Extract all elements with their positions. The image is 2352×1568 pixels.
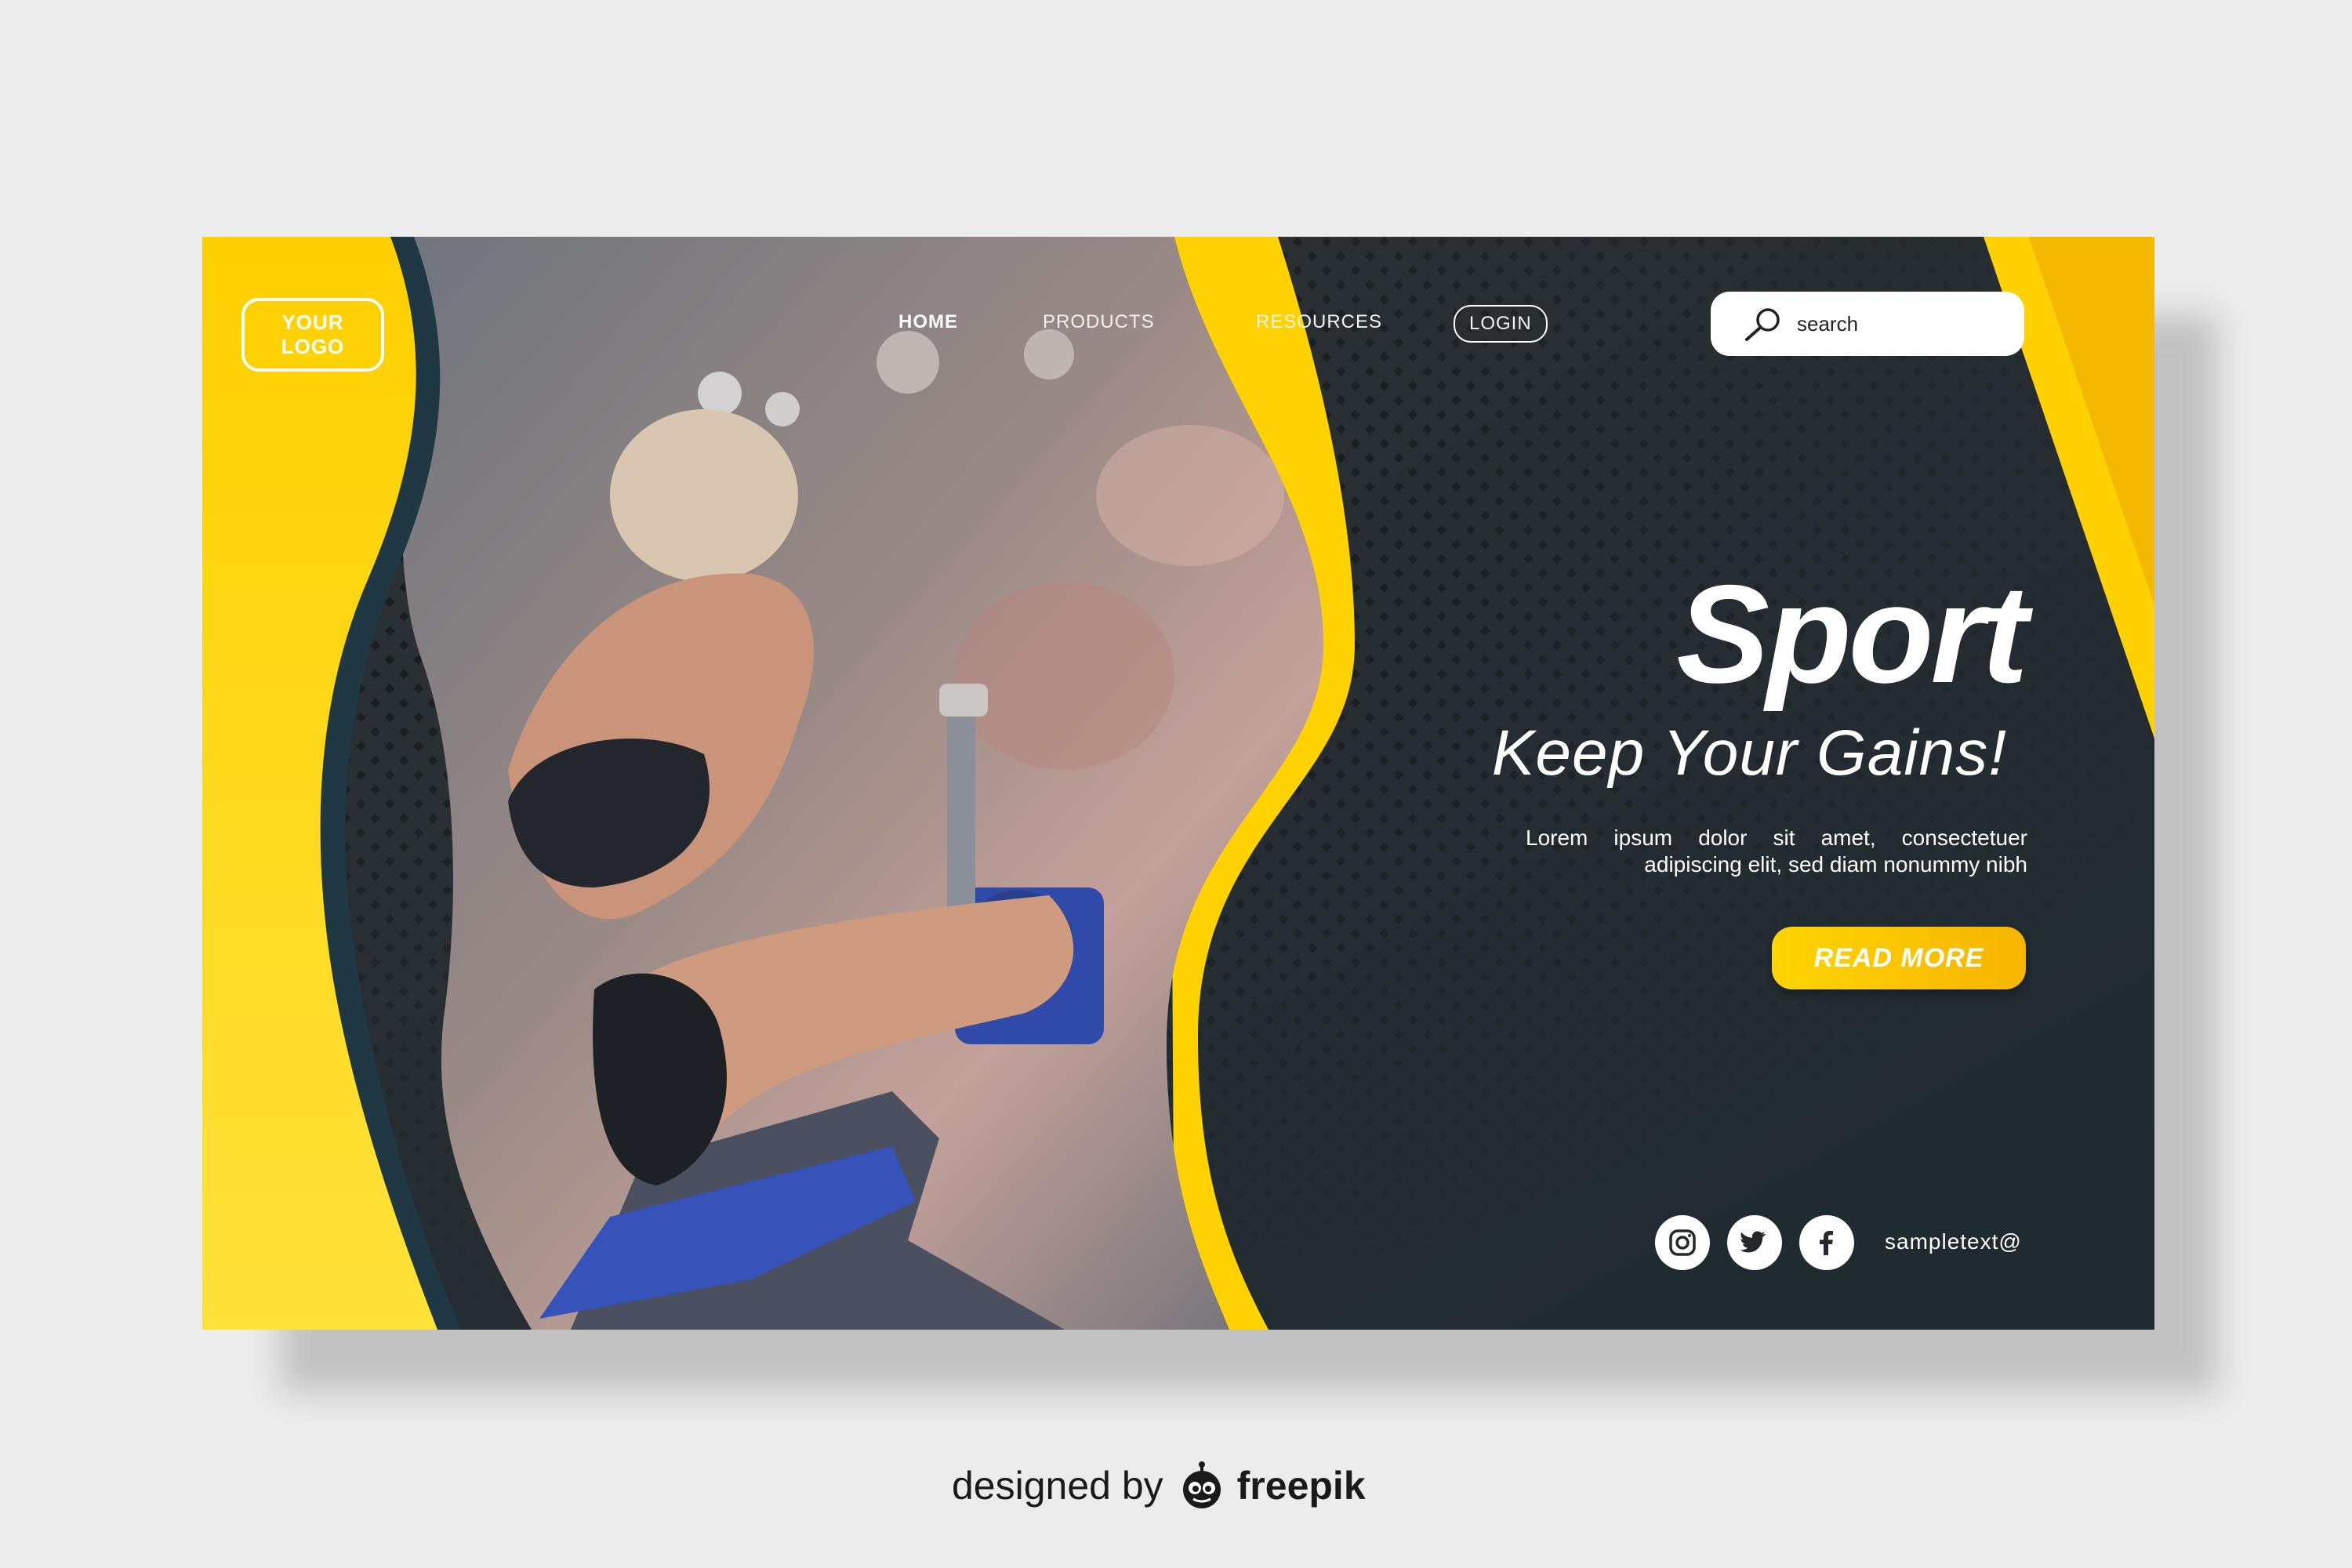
brand-logo[interactable]: YOUR LOGO <box>241 298 384 372</box>
logo-line-1: YOUR <box>281 310 344 334</box>
landing-page-card: YOUR LOGO HOME PRODUCTS RESOURCES LOGIN … <box>202 237 2154 1330</box>
credit-brand[interactable]: freepik <box>1237 1463 1366 1508</box>
contact-email[interactable]: sampletext@ <box>1885 1229 2022 1254</box>
search-input[interactable] <box>1795 307 2010 340</box>
hero-title: Sport <box>1676 556 2028 712</box>
nav-resources-link[interactable]: RESOURCES <box>1256 311 1382 333</box>
search-box[interactable] <box>1711 292 2024 356</box>
credit-prefix: designed by <box>952 1464 1163 1508</box>
nav-home-link[interactable]: HOME <box>898 311 958 333</box>
twitter-icon <box>1740 1231 1766 1253</box>
search-icon[interactable] <box>1744 306 1783 342</box>
read-more-button[interactable]: READ MORE <box>1772 927 2026 989</box>
facebook-icon <box>1820 1231 1833 1255</box>
freepik-logo-icon <box>1182 1461 1221 1508</box>
designer-credit: designed by freepik <box>952 1461 1366 1510</box>
hero-description: Lorem ipsum dolor sit amet, consectetuer… <box>1526 826 2027 877</box>
twitter-link[interactable] <box>1727 1215 1782 1270</box>
nav-products-link[interactable]: PRODUCTS <box>1043 311 1155 333</box>
instagram-link[interactable] <box>1655 1215 1710 1270</box>
login-button[interactable]: LOGIN <box>1454 305 1548 343</box>
hero-subtitle: Keep Your Gains! <box>1491 717 2007 789</box>
instagram-icon <box>1669 1229 1696 1256</box>
facebook-link[interactable] <box>1799 1215 1854 1270</box>
logo-line-2: LOGO <box>281 335 345 358</box>
